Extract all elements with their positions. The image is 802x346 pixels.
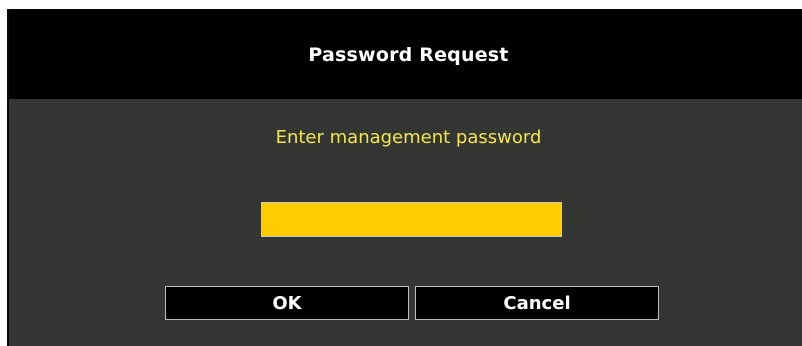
cancel-button[interactable]: Cancel — [415, 286, 659, 320]
ok-button[interactable]: OK — [165, 286, 409, 320]
password-request-dialog: Password Request Enter management passwo… — [7, 9, 802, 346]
dialog-title-bar: Password Request — [9, 10, 802, 99]
dialog-title: Password Request — [308, 43, 509, 66]
password-prompt: Enter management password — [275, 127, 542, 148]
password-input[interactable] — [261, 202, 562, 237]
